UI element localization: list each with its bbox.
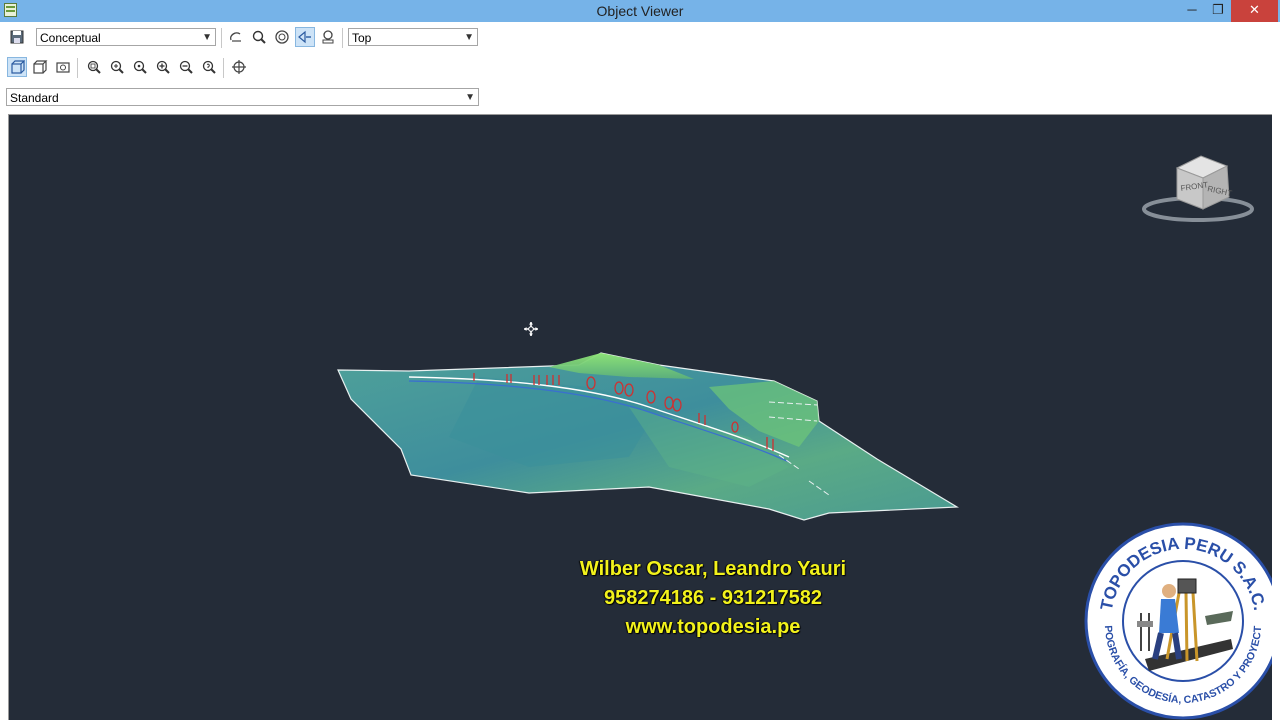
- website-text: www.topodesia.pe: [625, 616, 801, 638]
- viewport-style-value: Standard: [10, 91, 59, 105]
- orbit-continuous-icon[interactable]: [295, 27, 315, 47]
- zoom-in-icon[interactable]: [153, 57, 173, 77]
- phone-text: 958274186 - 931217582: [604, 587, 822, 609]
- orbit-icon[interactable]: [226, 27, 246, 47]
- 3d-viewport[interactable]: FRONT RIGHT Wilber Oscar, Leandro Yauri …: [8, 114, 1272, 720]
- view-direction-select[interactable]: Top ▼: [348, 28, 478, 46]
- minimize-button[interactable]: ─: [1179, 0, 1205, 22]
- orbit-free-icon[interactable]: [272, 27, 292, 47]
- visual-style-value: Conceptual: [40, 31, 101, 45]
- toolbar: Conceptual ▼ Top ▼ Standard ▼: [0, 22, 1280, 114]
- zoom-out-icon[interactable]: [176, 57, 196, 77]
- window-title: Object Viewer: [596, 3, 684, 19]
- swivel-icon[interactable]: [318, 27, 338, 47]
- 3d-box-icon[interactable]: [30, 57, 50, 77]
- chevron-down-icon: ▼: [464, 32, 474, 43]
- save-icon[interactable]: [7, 27, 27, 47]
- zoom-extents-icon[interactable]: [84, 57, 104, 77]
- chevron-down-icon: ▼: [465, 92, 475, 103]
- zoom-icon[interactable]: [249, 27, 269, 47]
- pan-icon[interactable]: [229, 57, 249, 77]
- visual-style-select[interactable]: Conceptual ▼: [36, 28, 216, 46]
- camera-icon[interactable]: [53, 57, 73, 77]
- zoom-previous-icon[interactable]: [199, 57, 219, 77]
- viewport-style-select[interactable]: Standard ▼: [6, 88, 479, 106]
- title-bar: Object Viewer ─ ❐ ✕: [0, 0, 1280, 22]
- viewcube[interactable]: FRONT RIGHT: [1141, 153, 1261, 225]
- maximize-button[interactable]: ❐: [1205, 0, 1231, 22]
- chevron-down-icon: ▼: [202, 32, 212, 43]
- zoom-window-icon[interactable]: [107, 57, 127, 77]
- credits-overlay: Wilber Oscar, Leandro Yauri 958274186 - …: [529, 555, 897, 642]
- close-button[interactable]: ✕: [1231, 0, 1278, 22]
- move-cursor-icon: [524, 322, 538, 336]
- box-view-icon[interactable]: [7, 57, 27, 77]
- author-text: Wilber Oscar, Leandro Yauri: [579, 558, 847, 580]
- topodesia-logo: TOPODESIA PERU S.A.C. TOPOGRAFÍA, GEODES…: [1083, 521, 1272, 720]
- view-direction-value: Top: [352, 31, 372, 45]
- zoom-realtime-icon[interactable]: [130, 57, 150, 77]
- terrain-surface[interactable]: [329, 347, 989, 527]
